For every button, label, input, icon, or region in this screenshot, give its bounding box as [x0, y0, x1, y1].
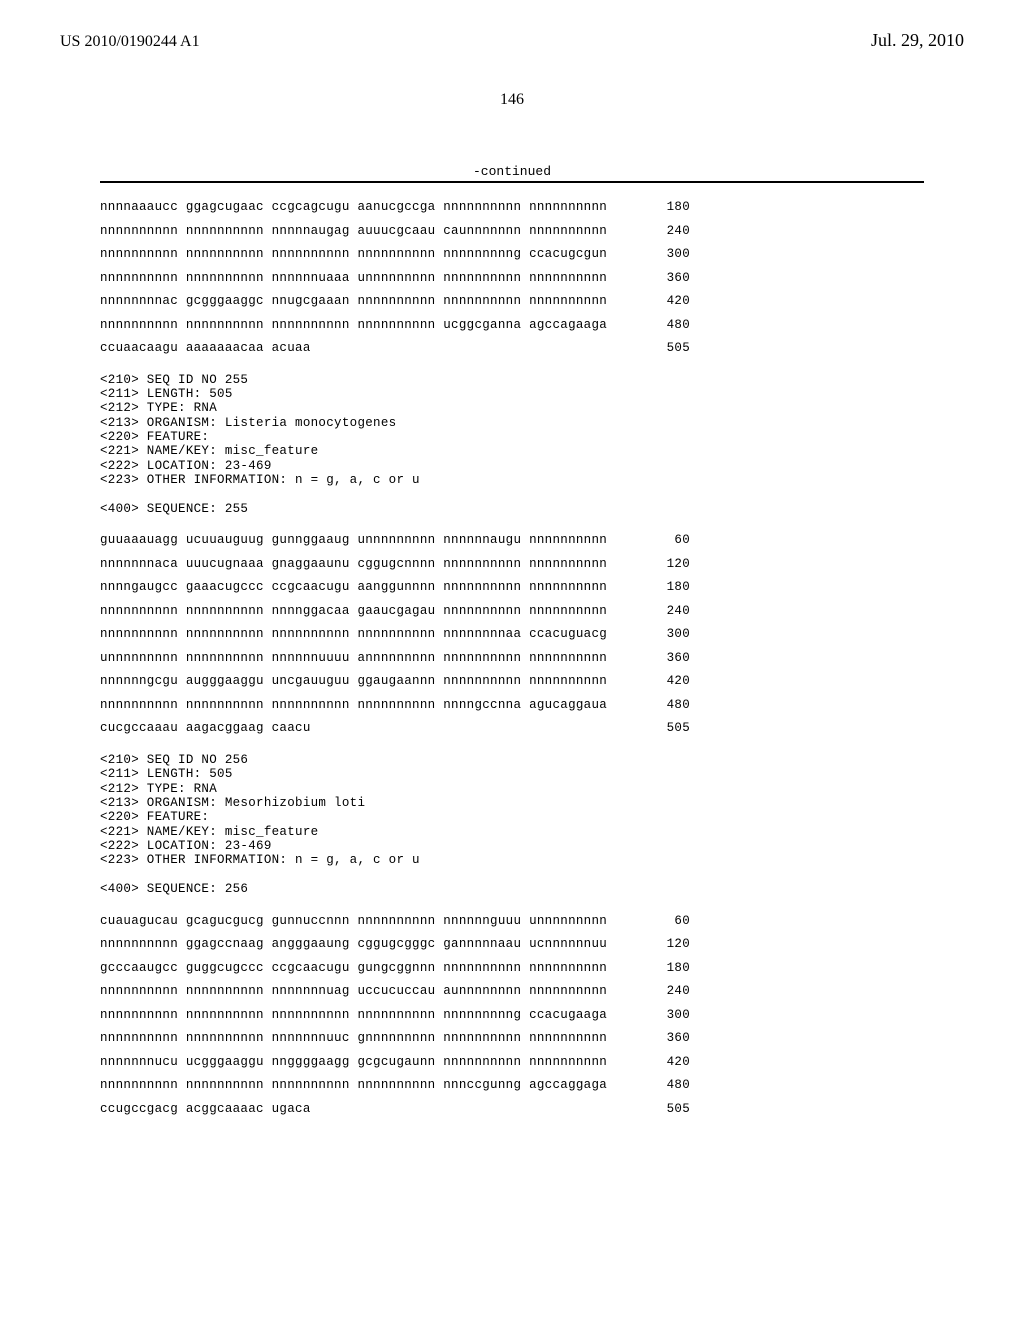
sequence-position: 480 — [640, 1079, 690, 1092]
sequence-position: 505 — [640, 1103, 690, 1116]
sequence-line: nnnnnngcgu augggaaggu uncgauuguu ggaugaa… — [100, 675, 1024, 688]
sequence-text: ccugccgacg acggcaaaac ugaca — [100, 1103, 640, 1116]
sequence-line: nnnnnnnnnn nnnnnnnnnn nnnnnnnnnn nnnnnnn… — [100, 1009, 1024, 1022]
sequence-line: nnnnnnnnnn nnnnnnnnnn nnnnnnnnnn nnnnnnn… — [100, 248, 1024, 261]
continued-label: -continued — [0, 164, 1024, 179]
sequence-line: nnnnnnnnnn nnnnnnnnnn nnnnnnnuag uccucuc… — [100, 985, 1024, 998]
sequence-line: ccuaacaagu aaaaaaacaa acuaa505 — [100, 342, 1024, 355]
sequence-position: 420 — [640, 675, 690, 688]
sequence-position: 420 — [640, 295, 690, 308]
sequence-text: nnnnnnnnnn nnnnnnnnnn nnnnnnnnnn nnnnnnn… — [100, 248, 640, 261]
sequence-position: 60 — [640, 915, 690, 928]
sequence-text: nnnngaugcc gaaacugccc ccgcaacugu aanggun… — [100, 581, 640, 594]
sequence-text: nnnnnnnnac gcgggaaggc nnugcgaaan nnnnnnn… — [100, 295, 640, 308]
sequence-text: nnnnnnnnnn nnnnnnnnnn nnnnnnnnnn nnnnnnn… — [100, 1079, 640, 1092]
sequence-position: 180 — [640, 962, 690, 975]
sequence-text: cucgccaaau aagacggaag caacu — [100, 722, 640, 735]
sequence-text: nnnnnnnnnn nnnnnnnnnn nnnnnnnnnn nnnnnnn… — [100, 699, 640, 712]
sequence-text: cuauagucau gcagucgucg gunnuccnnn nnnnnnn… — [100, 915, 640, 928]
sequence-text: nnnnnnnnnn nnnnnnnnnn nnnnnnuaaa unnnnnn… — [100, 272, 640, 285]
sequence-text: nnnnnnnaca uuucugnaaa gnaggaaunu cggugcn… — [100, 558, 640, 571]
sequence-line: nnnnnnnnnn nnnnnnnnnn nnnnnnnnnn nnnnnnn… — [100, 628, 1024, 641]
sequence-text: nnnnnnnnnn nnnnnnnnnn nnnnnnnnnn nnnnnnn… — [100, 319, 640, 332]
sequence-text: nnnnnnnucu ucgggaaggu nnggggaagg gcgcuga… — [100, 1056, 640, 1069]
sequence-position: 180 — [640, 581, 690, 594]
sequence-position: 180 — [640, 201, 690, 214]
sequence-line: cucgccaaau aagacggaag caacu505 — [100, 722, 1024, 735]
sequence-line: nnnnnnnaca uuucugnaaa gnaggaaunu cggugcn… — [100, 558, 1024, 571]
sequence-line: nnnnnnnnac gcgggaaggc nnugcgaaan nnnnnnn… — [100, 295, 1024, 308]
sequence-position: 360 — [640, 1032, 690, 1045]
sequence-line: cuauagucau gcagucgucg gunnuccnnn nnnnnnn… — [100, 915, 1024, 928]
sequence-line: unnnnnnnnn nnnnnnnnnn nnnnnnuuuu annnnnn… — [100, 652, 1024, 665]
sequence-line: nnnnnnnnnn nnnnnnnnnn nnnnnaugag auuucgc… — [100, 225, 1024, 238]
sequence-position: 60 — [640, 534, 690, 547]
sequence-line: nnnngaugcc gaaacugccc ccgcaacugu aanggun… — [100, 581, 1024, 594]
sequence-text: ccuaacaagu aaaaaaacaa acuaa — [100, 342, 640, 355]
sequence-text: nnnnnnnnnn ggagccnaag angggaaung cggugcg… — [100, 938, 640, 951]
sequence-line: nnnnnnnnnn nnnnnnnnnn nnnnggacaa gaaucga… — [100, 605, 1024, 618]
sequence-line: nnnnaaaucc ggagcugaac ccgcagcugu aanucgc… — [100, 201, 1024, 214]
sequence-position: 300 — [640, 628, 690, 641]
sequence-annotation-256: <210> SEQ ID NO 256 <211> LENGTH: 505 <2… — [100, 753, 1024, 897]
sequence-position: 240 — [640, 225, 690, 238]
sequence-line: nnnnnnnnnn nnnnnnnnnn nnnnnnnnnn nnnnnnn… — [100, 319, 1024, 332]
sequence-position: 300 — [640, 1009, 690, 1022]
sequence-line: nnnnnnnnnn nnnnnnnnnn nnnnnnnuuc gnnnnnn… — [100, 1032, 1024, 1045]
sequence-line: ccugccgacg acggcaaaac ugaca505 — [100, 1103, 1024, 1116]
sequence-position: 480 — [640, 699, 690, 712]
sequence-line: nnnnnnnnnn ggagccnaag angggaaung cggugcg… — [100, 938, 1024, 951]
sequence-text: gcccaaugcc guggcugccc ccgcaacugu gungcgg… — [100, 962, 640, 975]
sequence-position: 360 — [640, 272, 690, 285]
sequence-text: nnnnaaaucc ggagcugaac ccgcagcugu aanucgc… — [100, 201, 640, 214]
sequence-block-256: cuauagucau gcagucgucg gunnuccnnn nnnnnnn… — [100, 915, 1024, 1116]
sequence-position: 360 — [640, 652, 690, 665]
sequence-text: guuaaauagg ucuuauguug gunnggaaug unnnnnn… — [100, 534, 640, 547]
sequence-position: 240 — [640, 605, 690, 618]
sequence-text: unnnnnnnnn nnnnnnnnnn nnnnnnuuuu annnnnn… — [100, 652, 640, 665]
sequence-position: 120 — [640, 938, 690, 951]
sequence-position: 300 — [640, 248, 690, 261]
sequence-text: nnnnnngcgu augggaaggu uncgauuguu ggaugaa… — [100, 675, 640, 688]
sequence-text: nnnnnnnnnn nnnnnnnnnn nnnnnnnuuc gnnnnnn… — [100, 1032, 640, 1045]
sequence-position: 420 — [640, 1056, 690, 1069]
sequence-text: nnnnnnnnnn nnnnnnnnnn nnnnnaugag auuucgc… — [100, 225, 640, 238]
sequence-position: 120 — [640, 558, 690, 571]
sequence-line: guuaaauagg ucuuauguug gunnggaaug unnnnnn… — [100, 534, 1024, 547]
sequence-position: 480 — [640, 319, 690, 332]
sequence-line: gcccaaugcc guggcugccc ccgcaacugu gungcgg… — [100, 962, 1024, 975]
page-header: US 2010/0190244 A1 Jul. 29, 2010 — [0, 0, 1024, 51]
sequence-text: nnnnnnnnnn nnnnnnnnnn nnnnnnnuag uccucuc… — [100, 985, 640, 998]
sequence-position: 240 — [640, 985, 690, 998]
sequence-line: nnnnnnnnnn nnnnnnnnnn nnnnnnuaaa unnnnnn… — [100, 272, 1024, 285]
sequence-line: nnnnnnnucu ucgggaaggu nnggggaagg gcgcuga… — [100, 1056, 1024, 1069]
sequence-position: 505 — [640, 342, 690, 355]
page-number: 146 — [0, 91, 1024, 109]
sequence-text: nnnnnnnnnn nnnnnnnnnn nnnnggacaa gaaucga… — [100, 605, 640, 618]
sequence-text: nnnnnnnnnn nnnnnnnnnn nnnnnnnnnn nnnnnnn… — [100, 1009, 640, 1022]
sequence-annotation-255: <210> SEQ ID NO 255 <211> LENGTH: 505 <2… — [100, 373, 1024, 517]
sequence-block-255: guuaaauagg ucuuauguug gunnggaaug unnnnnn… — [100, 534, 1024, 735]
sequence-position: 505 — [640, 722, 690, 735]
publication-id: US 2010/0190244 A1 — [60, 33, 200, 51]
sequence-text: nnnnnnnnnn nnnnnnnnnn nnnnnnnnnn nnnnnnn… — [100, 628, 640, 641]
sequence-block-continuation: nnnnaaaucc ggagcugaac ccgcagcugu aanucgc… — [100, 201, 1024, 355]
sequence-line: nnnnnnnnnn nnnnnnnnnn nnnnnnnnnn nnnnnnn… — [100, 699, 1024, 712]
publication-date: Jul. 29, 2010 — [871, 30, 964, 51]
sequence-line: nnnnnnnnnn nnnnnnnnnn nnnnnnnnnn nnnnnnn… — [100, 1079, 1024, 1092]
section-rule — [100, 181, 924, 183]
